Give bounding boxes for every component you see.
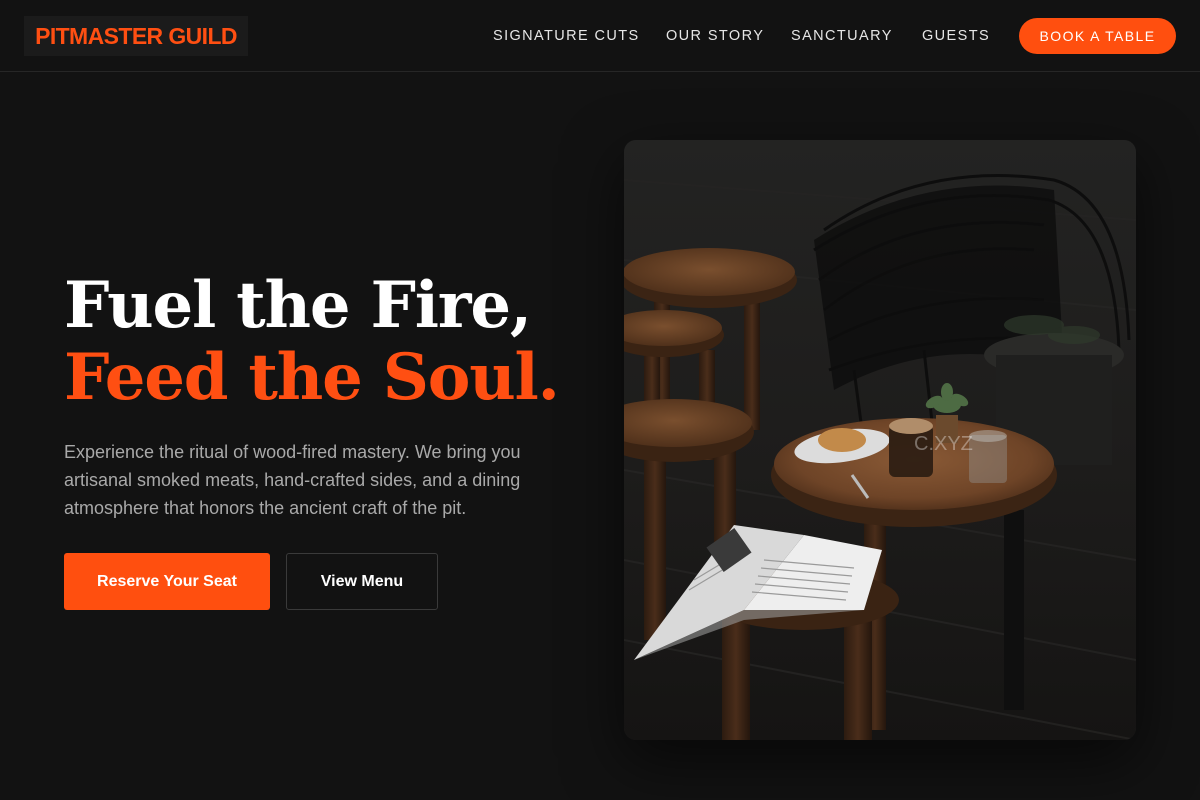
image-watermark: C.XYZ (914, 433, 973, 455)
nav-link-guests[interactable]: GUESTS (922, 28, 990, 44)
nav-link-our-story[interactable]: OUR STORY (666, 28, 764, 44)
headline-line-1: Fuel the Fire, (64, 268, 532, 343)
book-table-button[interactable]: BOOK A TABLE (1019, 18, 1176, 54)
hero-image: C.XYZ (624, 140, 1136, 740)
headline-line-2: Feed the Soul. (64, 340, 560, 415)
view-menu-button[interactable]: View Menu (286, 553, 438, 610)
nav-link-signature-cuts[interactable]: SIGNATURE CUTS (493, 28, 640, 44)
cafe-table-photo: C.XYZ (624, 140, 1136, 740)
hero-headline: Fuel the Fire, Feed the Soul. (64, 270, 604, 414)
hero-description: Experience the ritual of wood-fired mast… (64, 442, 521, 518)
site-header: PITMASTER GUILD SIGNATURE CUTS OUR STORY… (0, 0, 1200, 72)
nav-link-sanctuary[interactable]: SANCTUARY (791, 28, 893, 44)
brand-logo[interactable]: PITMASTER GUILD (24, 16, 248, 56)
reserve-seat-button[interactable]: Reserve Your Seat (64, 553, 270, 610)
